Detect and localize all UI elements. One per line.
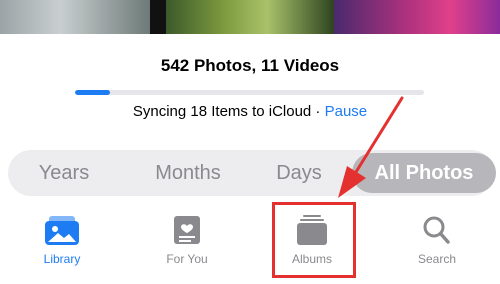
tab-for-you[interactable]: For You: [132, 214, 242, 266]
photo-stack-icon: [45, 216, 79, 245]
library-counts: 542 Photos, 11 Videos: [160, 56, 340, 75]
tab-for-you-label: For You: [166, 252, 208, 266]
sync-progress-fill: [75, 90, 110, 95]
tab-search[interactable]: Search: [382, 214, 492, 266]
photo-thumbnail[interactable]: [0, 0, 150, 34]
segment-all-photos[interactable]: All Photos: [352, 153, 496, 193]
tab-search-label: Search: [417, 252, 457, 266]
segment-days[interactable]: Days: [260, 150, 338, 196]
for-you-icon: [174, 216, 200, 244]
photo-thumbnail[interactable]: [150, 0, 166, 34]
search-icon: [423, 216, 450, 244]
albums-highlight-box: [272, 202, 356, 278]
view-segmented-control: Years Months Days All Photos: [8, 150, 496, 196]
photo-thumbnail[interactable]: [166, 0, 334, 34]
sync-progress-bar: [75, 90, 424, 95]
tab-library[interactable]: Library: [7, 214, 117, 266]
tab-library-label: Library: [43, 252, 81, 266]
photo-thumbnail[interactable]: [334, 0, 500, 34]
tab-bar: Library For You Albums Search: [0, 204, 500, 284]
segment-years[interactable]: Years: [22, 150, 106, 196]
pause-button[interactable]: Pause: [325, 103, 368, 120]
sync-status: Syncing 18 Items to iCloud · Pause: [0, 103, 500, 120]
segment-months[interactable]: Months: [136, 150, 240, 196]
sync-status-text: Syncing 18 Items to iCloud ·: [132, 103, 325, 120]
photo-grid-strip: [0, 0, 500, 34]
photos-library-screen: 542 Photos, 11 Videos Syncing 18 Items t…: [0, 0, 500, 284]
